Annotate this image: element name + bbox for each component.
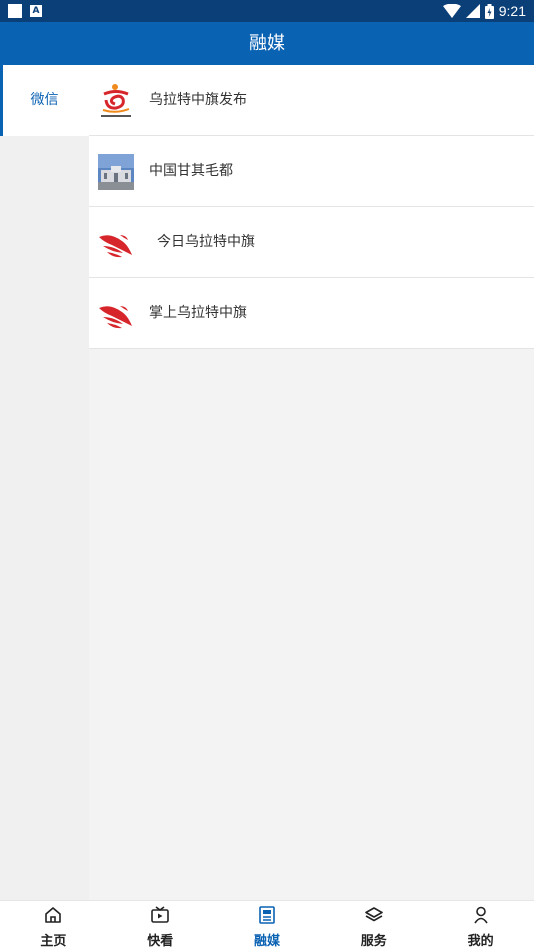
account-name: 乌拉特中旗发布	[149, 92, 247, 108]
account-item-gqmd[interactable]: 中国甘其毛都	[89, 136, 534, 207]
building-photo-logo	[98, 154, 134, 190]
notification-a-icon: A	[30, 5, 42, 17]
red-swallow-logo	[99, 235, 132, 258]
bottom-tab-bar: 主页 快看 融媒 服务 我的	[0, 900, 534, 951]
tab-label: 主页	[40, 934, 67, 949]
user-icon	[473, 906, 488, 924]
tab-profile[interactable]: 我的	[427, 901, 534, 951]
notification-square-icon	[8, 4, 22, 18]
wifi-icon	[442, 4, 461, 18]
account-name: 今日乌拉特中旗	[157, 234, 255, 250]
active-indicator	[0, 65, 3, 136]
tab-label: 快看	[147, 934, 174, 949]
status-bar: A 9:21	[0, 0, 534, 22]
tab-quick-look[interactable]: 快看	[107, 901, 214, 951]
tab-media[interactable]: 融媒	[214, 901, 321, 951]
tv-icon	[151, 906, 169, 923]
page-title: 融媒	[249, 33, 285, 54]
layers-icon	[364, 907, 383, 922]
account-item-jinri-wltzq[interactable]: 今日乌拉特中旗	[89, 207, 534, 278]
signal-icon	[465, 4, 480, 18]
tab-label: 我的	[467, 934, 494, 949]
red-orange-swirl-logo	[101, 84, 131, 117]
home-icon	[45, 907, 62, 923]
title-bar: 融媒	[0, 22, 534, 65]
account-item-wltzq-fabu[interactable]: 乌拉特中旗发布	[89, 65, 534, 136]
status-time: 9:21	[498, 3, 526, 19]
account-item-zhangshang-wltzq[interactable]: 掌上乌拉特中旗	[89, 278, 534, 349]
tab-label: 融媒	[253, 934, 280, 949]
sidebar-item-label: 微信	[30, 92, 59, 108]
red-swallow-logo	[99, 306, 132, 329]
tab-label: 服务	[360, 934, 387, 949]
category-sidebar: 微信	[0, 65, 89, 900]
account-name: 中国甘其毛都	[149, 163, 233, 179]
account-name: 掌上乌拉特中旗	[149, 305, 247, 321]
newspaper-icon	[259, 906, 275, 924]
tab-services[interactable]: 服务	[320, 901, 427, 951]
account-list: 乌拉特中旗发布 中国甘其毛都 今日乌拉特中旗 掌上乌拉特中旗	[89, 65, 534, 900]
battery-icon	[484, 3, 494, 19]
tab-home[interactable]: 主页	[0, 901, 107, 951]
sidebar-item-wechat[interactable]: 微信	[0, 65, 89, 136]
